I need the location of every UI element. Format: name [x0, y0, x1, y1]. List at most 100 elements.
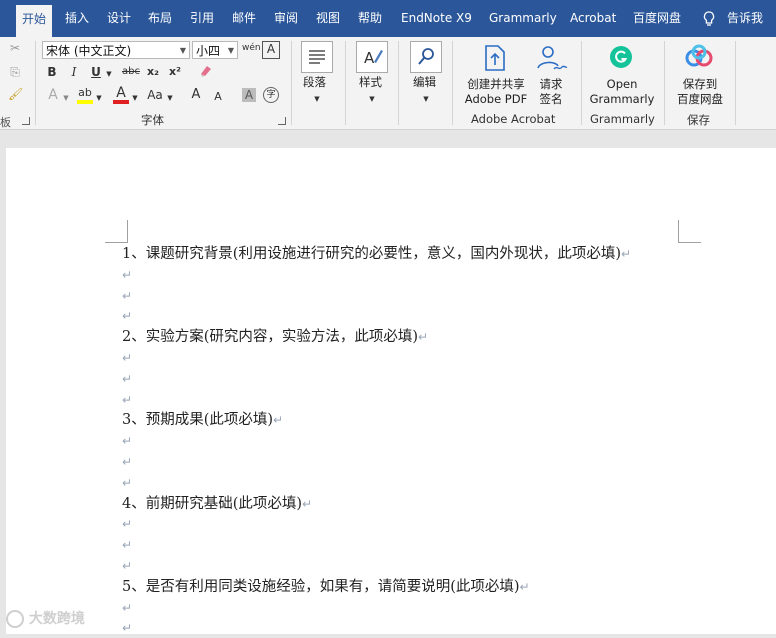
empty-paragraph[interactable]: ↵	[122, 452, 132, 472]
character-shading-button[interactable]: A	[242, 88, 256, 102]
superscript-button[interactable]: x²	[167, 65, 183, 79]
document-paragraph[interactable]: 5、是否有利用同类设施经验，如果有，请简要说明(此项必填)↵	[122, 577, 530, 597]
font-color-icon[interactable]: A	[114, 86, 128, 100]
empty-paragraph[interactable]: ↵	[122, 390, 132, 410]
document-paragraph[interactable]: 2、实验方案(研究内容，实验方法，此项必填)↵	[122, 327, 428, 347]
grow-font-button[interactable]: A	[189, 88, 203, 102]
highlight-color-swatch	[77, 100, 93, 104]
baidu-cloud-icon[interactable]	[684, 43, 714, 71]
paragraph-mark-icon: ↵	[122, 309, 133, 324]
chevron-down-icon[interactable]: ▼	[368, 92, 376, 106]
clear-formatting-icon[interactable]	[197, 63, 215, 82]
font-name-select[interactable]: 宋体 (中文正文) ▼	[42, 41, 190, 59]
document-paragraph[interactable]: 3、预期成果(此项必填)↵	[122, 410, 283, 430]
strikethrough-button[interactable]: abc	[121, 65, 141, 79]
empty-paragraph[interactable]: ↵	[122, 556, 132, 576]
adobe-group-label: Adobe Acrobat	[471, 112, 556, 126]
empty-paragraph[interactable]: ↵	[122, 431, 132, 451]
lightbulb-icon[interactable]	[703, 0, 715, 37]
tab-help[interactable]: 帮助	[358, 0, 382, 37]
styles-button[interactable]: 样式	[359, 75, 382, 90]
bold-button[interactable]: B	[46, 65, 58, 79]
tab-home[interactable]: 开始	[16, 5, 53, 37]
tab-insert[interactable]: 插入	[65, 0, 89, 37]
text-effects-icon[interactable]: A	[46, 88, 60, 102]
chevron-down-icon[interactable]: ▼	[104, 67, 114, 81]
empty-paragraph[interactable]: ↵	[122, 535, 132, 555]
create-pdf-button[interactable]: 创建并共享 Adobe PDF	[462, 77, 530, 107]
styles-icon[interactable]: A	[356, 41, 388, 73]
tab-acrobat[interactable]: Acrobat	[570, 0, 616, 37]
empty-paragraph[interactable]: ↵	[122, 514, 132, 534]
enclose-characters-button[interactable]: 字	[263, 87, 279, 103]
watermark-logo: 大数跨境	[6, 608, 85, 628]
empty-paragraph[interactable]: ↵	[122, 348, 132, 368]
empty-paragraph[interactable]: ↵	[122, 369, 132, 389]
paragraph-mark-icon: ↵	[122, 267, 133, 282]
empty-paragraph[interactable]: ↵	[122, 286, 132, 306]
font-size-select[interactable]: 小四 ▼	[192, 41, 238, 59]
save-to-baidu-button[interactable]: 保存到 百度网盘	[673, 77, 727, 107]
tell-me-search[interactable]: 告诉我	[727, 0, 763, 37]
open-grammarly-button[interactable]: Open Grammarly	[587, 77, 657, 107]
document-paragraph[interactable]: 4、前期研究基础(此项必填)↵	[122, 494, 312, 514]
paragraph-icon[interactable]	[301, 41, 333, 73]
chevron-down-icon[interactable]: ▼	[62, 91, 70, 105]
paragraph-button[interactable]: 段落	[303, 75, 326, 90]
empty-paragraph[interactable]: ↵	[122, 473, 132, 493]
copy-icon[interactable]: ⎘	[8, 65, 22, 79]
paragraph-mark-icon: ↵	[273, 413, 284, 428]
request-signature-label-line1: 请求	[539, 77, 563, 91]
paragraph-mark-icon: ↵	[122, 434, 133, 449]
paragraph-mark-icon: ↵	[122, 600, 133, 615]
paragraph-mark-icon: ↵	[122, 455, 133, 469]
chevron-down-icon[interactable]: ▼	[95, 91, 103, 105]
document-paragraph[interactable]: 1、课题研究背景(利用设施进行研究的必要性，意义，国内外现状，此项必填)↵	[122, 244, 631, 264]
create-pdf-label-line2: Adobe PDF	[464, 92, 528, 106]
change-case-button[interactable]: Aa	[145, 88, 165, 102]
chevron-down-icon: ▼	[227, 46, 234, 55]
request-signature-button[interactable]: 请求 签名	[535, 77, 567, 107]
character-border-icon[interactable]: A	[262, 41, 280, 59]
divider	[664, 41, 665, 125]
clipboard-launcher-icon[interactable]	[22, 117, 30, 125]
create-pdf-icon[interactable]	[481, 43, 509, 73]
paragraph-mark-icon: ↵	[122, 559, 133, 573]
chevron-down-icon[interactable]: ▼	[422, 92, 430, 106]
tab-grammarly[interactable]: Grammarly	[489, 0, 557, 37]
empty-paragraph[interactable]: ↵	[122, 265, 132, 285]
italic-button[interactable]: I	[68, 65, 80, 79]
format-painter-icon[interactable]: 🖌	[8, 87, 23, 101]
tab-view[interactable]: 视图	[316, 0, 340, 37]
empty-paragraph[interactable]: ↵	[122, 598, 132, 618]
underline-button[interactable]: U	[90, 65, 102, 79]
empty-paragraph[interactable]: ↵	[122, 306, 132, 326]
shrink-font-button[interactable]: A	[212, 90, 224, 104]
grammarly-icon[interactable]	[609, 45, 633, 69]
tab-endnote[interactable]: EndNote X9	[401, 0, 472, 37]
tab-references[interactable]: 引用	[190, 0, 214, 37]
highlight-icon[interactable]: ab	[77, 86, 93, 100]
cut-icon[interactable]: ✂	[8, 41, 22, 55]
tab-design[interactable]: 设计	[107, 0, 131, 37]
tab-mailings[interactable]: 邮件	[232, 0, 256, 37]
chevron-down-icon[interactable]: ▼	[166, 91, 174, 105]
clipboard-group-label-fragment: 板	[0, 116, 11, 129]
subscript-button[interactable]: x₂	[145, 65, 161, 79]
font-launcher-icon[interactable]	[278, 117, 286, 125]
empty-paragraph[interactable]: ↵	[122, 618, 132, 638]
tab-baidu[interactable]: 百度网盘	[633, 0, 681, 37]
signature-icon[interactable]	[534, 43, 568, 73]
save-to-baidu-label-line2: 百度网盘	[677, 92, 723, 106]
tab-review[interactable]: 审阅	[274, 0, 298, 37]
paragraph-text: 5、是否有利用同类设施经验，如果有，请简要说明(此项必填)	[122, 578, 520, 595]
chevron-down-icon[interactable]: ▼	[313, 92, 321, 106]
chevron-down-icon[interactable]: ▼	[131, 91, 139, 105]
editing-button[interactable]: 编辑	[413, 75, 436, 90]
phonetic-guide-icon[interactable]: wén	[242, 41, 261, 55]
tab-layout[interactable]: 布局	[148, 0, 172, 37]
paragraph-mark-icon: ↵	[122, 392, 133, 407]
search-icon[interactable]	[410, 41, 442, 73]
divider	[581, 41, 582, 125]
divider	[398, 41, 399, 125]
